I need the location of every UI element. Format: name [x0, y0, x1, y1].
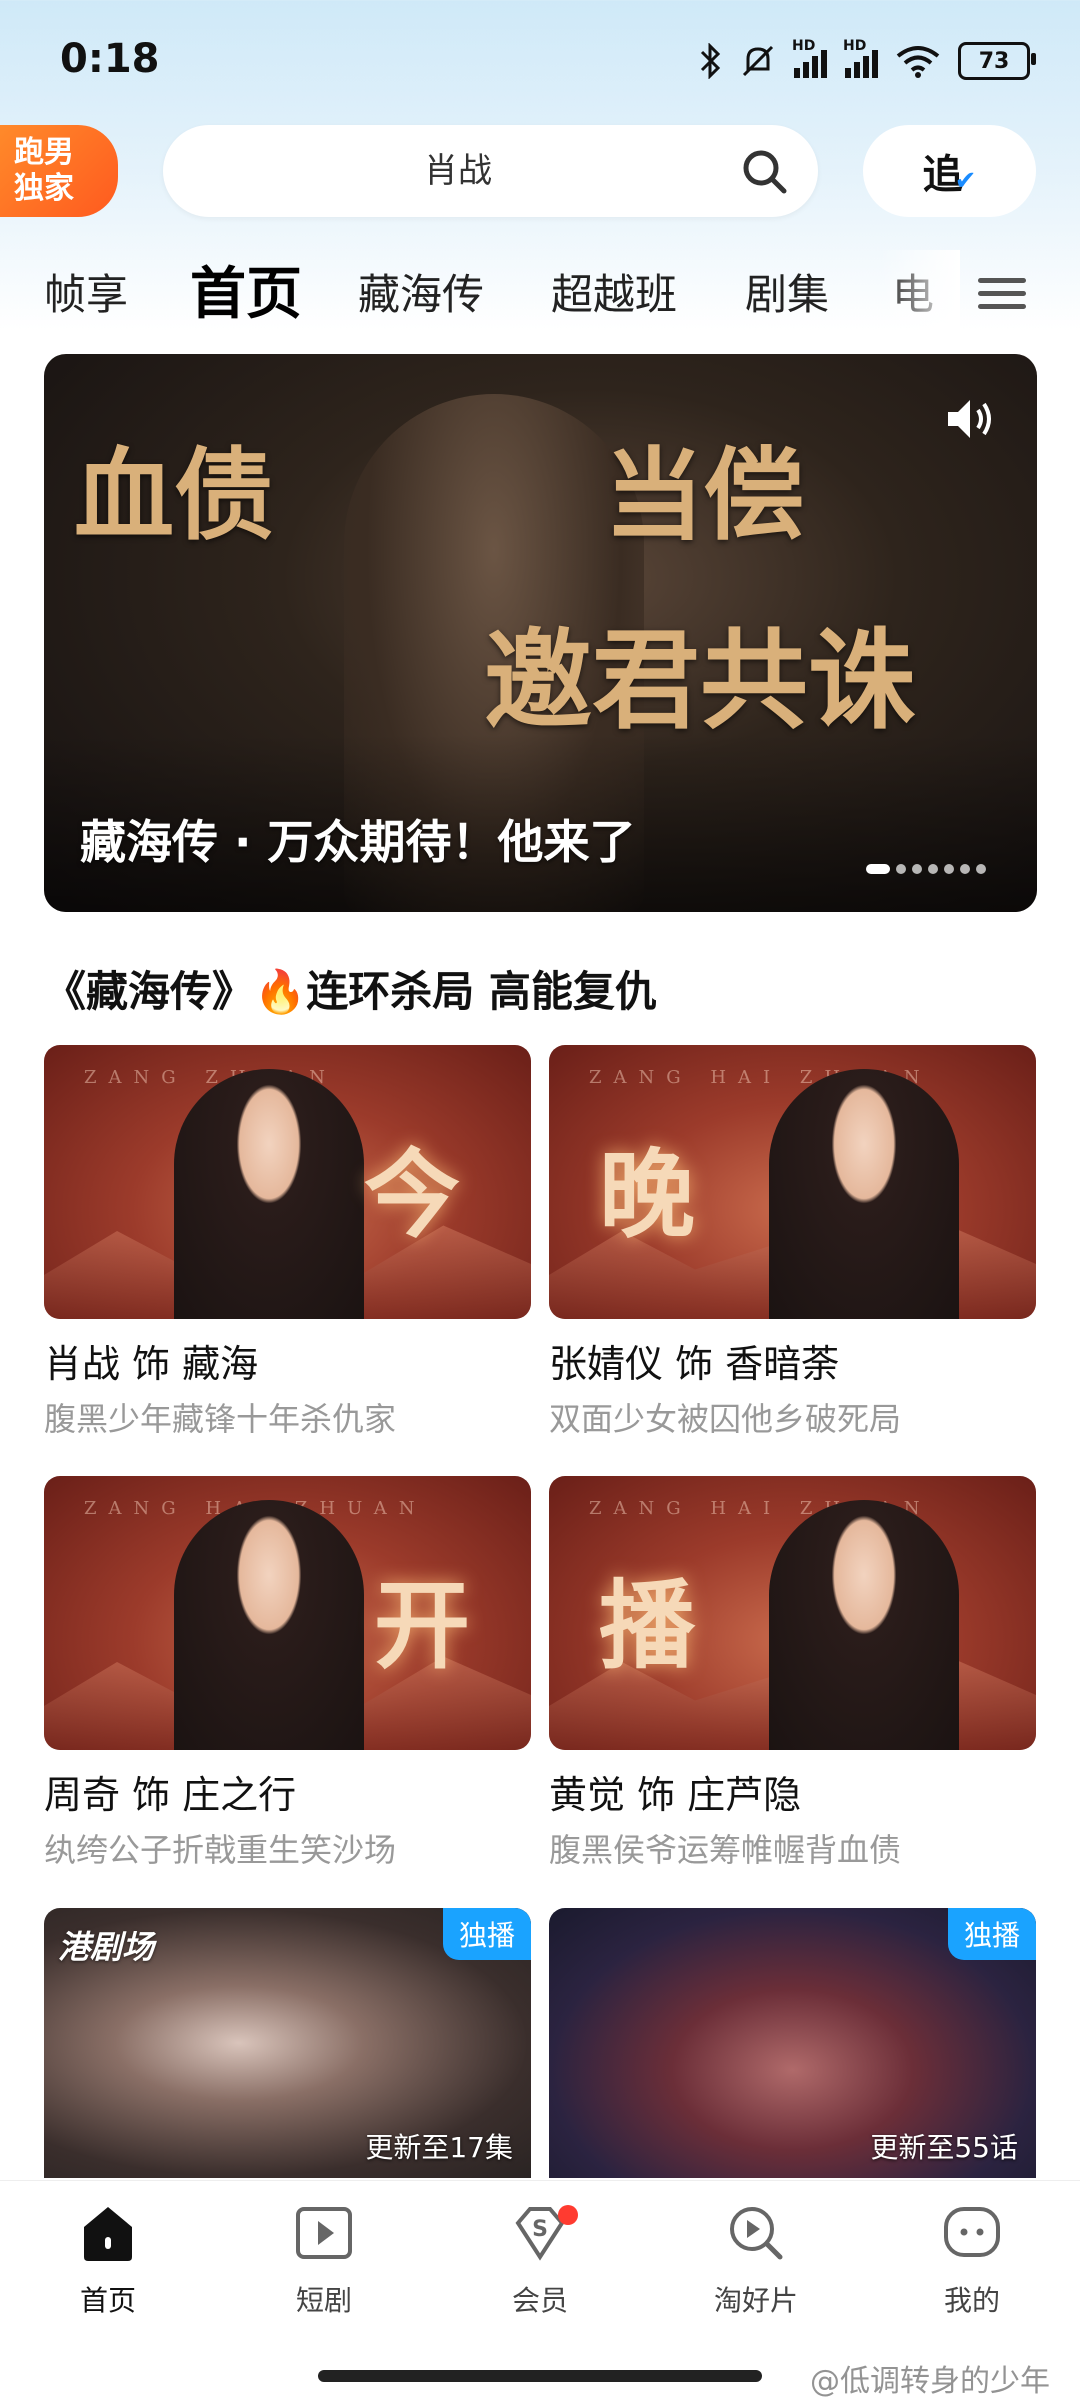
nav-short-drama[interactable]: 短剧: [254, 2201, 394, 2319]
tab-zhenxiang[interactable]: 帧享: [44, 250, 128, 340]
status-time: 0:18: [60, 36, 160, 82]
nav-label: 短剧: [295, 2284, 352, 2317]
brand-line-2: 独家: [14, 171, 74, 206]
tab-series[interactable]: 剧集: [745, 250, 829, 340]
signal-1-icon: HD: [792, 38, 827, 78]
thumbnail-char: 播: [599, 1569, 695, 1682]
hero-banner[interactable]: 血债 当偿 邀君共诛 藏海传 · 万众期待！他来了: [44, 354, 1037, 912]
card-title: 周奇 饰 庄之行: [44, 1773, 297, 1817]
status-bar: 0:18 HD HD 73: [0, 0, 1080, 120]
section-title: 《藏海传》🔥连环杀局 高能复仇: [44, 967, 657, 1016]
show-thumbnail: 独播 更新至55话: [549, 1908, 1036, 2178]
nav-label: 首页: [79, 2284, 136, 2317]
nav-discover[interactable]: 淘好片: [686, 2201, 826, 2319]
show-card[interactable]: 独播 更新至55话: [549, 1908, 1036, 2178]
nav-home[interactable]: 首页: [38, 2201, 178, 2319]
cast-card[interactable]: ZANG HAI ZHUAN 开 周奇 饰 庄之行 纨绔公子折戟重生笑沙场: [44, 1476, 531, 1871]
card-subtitle: 腹黑侯爷运筹帷幄背血债: [549, 1831, 902, 1869]
nav-label: 淘好片: [713, 2284, 798, 2317]
card-subtitle: 双面少女被囚他乡破死局: [549, 1400, 902, 1438]
exclusive-badge: 独播: [947, 1908, 1036, 1960]
banner-pagination: [866, 864, 986, 874]
card-subtitle: 腹黑少年藏锋十年杀仇家: [44, 1400, 397, 1438]
nav-label: 会员: [511, 2284, 568, 2317]
update-status: 更新至55话: [870, 2131, 1018, 2164]
card-title: 黄觉 饰 庄芦隐: [549, 1773, 802, 1817]
home-indicator[interactable]: [318, 2370, 762, 2382]
home-icon: [84, 2207, 132, 2261]
update-status: 更新至17集: [365, 2131, 513, 2164]
cast-thumbnail: ZANG HAI ZHUAN 晚: [549, 1045, 1036, 1319]
tab-chaoyueban[interactable]: 超越班: [551, 250, 677, 340]
brand-line-1: 跑男: [14, 135, 74, 170]
search-input[interactable]: 肖战: [163, 125, 753, 217]
nav-label: 我的: [943, 2284, 1000, 2317]
channel-logo: 港剧场: [58, 1928, 155, 1966]
pagination-dot: [944, 864, 954, 874]
banner-calligraphy-2: 当偿: [604, 436, 804, 554]
signal-2-icon: HD: [843, 38, 878, 78]
search-bar[interactable]: 肖战: [163, 125, 818, 217]
play-square-icon: [296, 2207, 352, 2259]
show-card[interactable]: 港剧场 独播 更新至17集: [44, 1908, 531, 2178]
tab-fade: [880, 250, 960, 340]
cast-thumbnail: ZANG HAI ZHUAN 开: [44, 1476, 531, 1750]
pagination-dot: [928, 864, 938, 874]
search-icon[interactable]: [740, 147, 788, 195]
thumbnail-char: 开: [374, 1569, 470, 1682]
notification-dot: [558, 2205, 578, 2225]
card-title: 张婧仪 饰 香暗荼: [549, 1342, 840, 1386]
wifi-icon: [896, 46, 940, 78]
status-icons: HD HD 73: [698, 36, 1036, 86]
thumbnail-char: 晚: [599, 1138, 695, 1251]
mute-bell-icon: [742, 45, 774, 77]
exclusive-badge: 独播: [442, 1908, 531, 1960]
pagination-dot: [976, 864, 986, 874]
svg-text:S: S: [532, 2217, 548, 2242]
nav-vip[interactable]: S 会员: [470, 2201, 610, 2319]
follow-button[interactable]: 追 ✔: [863, 125, 1036, 217]
sound-icon[interactable]: [944, 394, 1000, 444]
check-icon: ✔: [954, 166, 977, 196]
cast-card[interactable]: ZANG ZHUAN 今 肖战 饰 藏海 腹黑少年藏锋十年杀仇家: [44, 1045, 531, 1440]
nav-profile[interactable]: 我的: [902, 2201, 1042, 2319]
banner-calligraphy-3: 邀君共诛: [484, 618, 917, 744]
card-title: 肖战 饰 藏海: [44, 1342, 259, 1386]
cast-card[interactable]: ZANG HAI ZHUAN 播 黄觉 饰 庄芦隐 腹黑侯爷运筹帷幄背血债: [549, 1476, 1036, 1871]
bluetooth-icon: [700, 43, 721, 79]
brand-badge[interactable]: 跑男 独家: [0, 125, 118, 217]
tab-canghaizhuan[interactable]: 藏海传: [358, 250, 484, 340]
pagination-dot: [960, 864, 970, 874]
pagination-dot: [912, 864, 922, 874]
card-subtitle: 纨绔公子折戟重生笑沙场: [44, 1831, 397, 1869]
battery-indicator: 73: [958, 42, 1036, 80]
menu-icon[interactable]: [978, 270, 1026, 318]
thumbnail-char: 今: [364, 1138, 460, 1251]
search-play-icon: [730, 2207, 783, 2260]
pagination-dot: [896, 864, 906, 874]
cast-card[interactable]: ZANG HAI ZHUAN 晚 张婧仪 饰 香暗荼 双面少女被囚他乡破死局: [549, 1045, 1036, 1440]
battery-level: 73: [978, 48, 1010, 74]
profile-face-icon: [944, 2207, 1000, 2257]
show-thumbnail: 港剧场 独播 更新至17集: [44, 1908, 531, 2178]
cast-thumbnail: ZANG ZHUAN 今: [44, 1045, 531, 1319]
tab-home[interactable]: 首页: [190, 250, 302, 340]
cast-thumbnail: ZANG HAI ZHUAN 播: [549, 1476, 1036, 1750]
pagination-dot: [866, 864, 890, 874]
banner-caption: 藏海传 · 万众期待！他来了: [80, 815, 636, 869]
weibo-watermark: @低调转身的少年: [810, 2364, 1050, 2399]
banner-calligraphy-1: 血债: [74, 436, 274, 554]
